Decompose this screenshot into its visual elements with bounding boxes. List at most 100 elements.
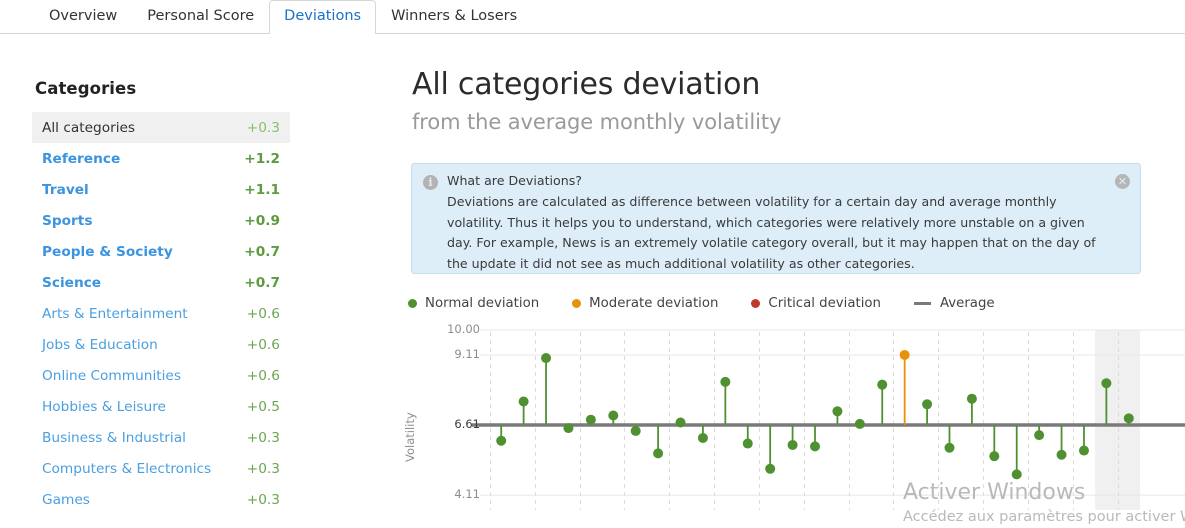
data-point-marker[interactable] [854,418,865,429]
chart-legend: Normal deviation Moderate deviation Critic… [408,296,1028,311]
category-label: Games [42,491,90,508]
tab-personal-score[interactable]: Personal Score [132,0,269,33]
category-row[interactable]: Jobs & Education +0.6 [32,329,290,360]
data-point-marker[interactable] [944,442,955,453]
category-row[interactable]: All categories +0.3 [32,112,290,143]
legend-item[interactable]: Normal deviation [408,296,539,311]
data-point-marker[interactable] [608,410,619,421]
category-label: Arts & Entertainment [42,305,188,322]
data-point-marker[interactable] [966,393,977,404]
data-point-marker[interactable] [989,451,1000,462]
y-axis-tick-label: 9.11 [454,346,480,361]
category-deviation-value: +1.1 [244,181,280,198]
tab-overview[interactable]: Overview [34,0,132,33]
category-deviation-value: +0.3 [246,491,280,508]
category-row[interactable]: Reference +1.2 [32,143,290,174]
tab-deviations[interactable]: Deviations [269,0,377,34]
category-row[interactable]: Travel +1.1 [32,174,290,205]
page-subtitle: from the average monthly volatility [412,110,782,134]
page-title: All categories deviation [412,67,761,102]
data-point-marker[interactable] [720,376,731,387]
category-label: Science [42,274,102,291]
sidebar: Categories All categories +0.3 Reference +1… [0,34,390,510]
main-panel: All categories deviation from the averag… [390,34,1185,525]
data-point-marker[interactable] [541,353,552,364]
tab-bar: Overview Personal Score Deviations Winners … [0,0,1185,34]
data-point-marker[interactable] [653,448,664,459]
data-point-marker[interactable] [922,399,933,410]
category-label: Sports [42,212,93,229]
data-point-marker[interactable] [675,417,686,428]
category-label: All categories [42,119,136,136]
data-point-marker[interactable] [1101,378,1112,389]
category-row[interactable]: Games +0.3 [32,484,290,515]
data-point-marker[interactable] [810,441,820,452]
category-row[interactable]: People & Society +0.7 [32,236,290,267]
data-point-marker[interactable] [1034,430,1045,441]
data-point-marker[interactable] [697,432,708,443]
data-point-marker[interactable] [1056,449,1067,460]
category-deviation-value: +1.2 [244,150,280,167]
category-deviation-value: +0.6 [246,305,280,322]
data-point-marker[interactable] [787,439,798,450]
y-axis-tick-label: 4.11 [454,487,480,502]
data-point-marker[interactable] [765,463,776,474]
legend-dot-icon [572,299,582,308]
category-row[interactable]: Science +0.7 [32,267,290,298]
category-deviation-value: +0.5 [246,398,280,415]
data-point-marker[interactable] [832,406,843,417]
category-deviation-value: +0.9 [244,212,280,229]
data-point-marker[interactable] [877,379,888,390]
legend-label: Moderate deviation [589,296,719,311]
data-point-marker[interactable] [518,396,529,407]
category-row[interactable]: Online Communities +0.6 [32,360,290,391]
tab-winners-losers[interactable]: Winners & Losers [376,0,532,33]
category-label: People & Society [42,243,173,260]
category-row[interactable]: Sports +0.9 [32,205,290,236]
category-row[interactable]: Arts & Entertainment +0.6 [32,298,290,329]
data-point-marker[interactable] [742,438,753,449]
legend-dot-icon [408,299,417,308]
category-deviation-value: +0.7 [244,274,280,291]
chart-plot [472,329,1185,510]
y-axis-tick-label: 10.00 [447,322,480,336]
category-row[interactable]: Computers & Electronics +0.3 [32,453,290,484]
category-deviation-value: +0.7 [244,243,280,260]
category-row[interactable]: Hobbies & Leisure +0.5 [32,391,290,422]
legend-line-icon [913,302,931,305]
legend-label: Critical deviation [768,296,881,311]
data-point-marker[interactable] [1123,413,1134,424]
category-label: Reference [42,150,121,167]
categories-list: All categories +0.3 Reference +1.2 Travel +1.… [32,112,290,515]
data-point-marker[interactable] [630,425,641,436]
y-axis-tick-label: 6.61 [454,417,480,432]
data-point-marker[interactable] [1078,445,1089,456]
category-deviation-value: +0.3 [246,460,280,477]
info-banner-body: Deviations are calculated as difference … [447,194,1096,271]
category-label: Online Communities [42,367,181,384]
y-axis-ticks: 10.00 9.11 6.61 4.11 [410,322,480,510]
categories-heading: Categories [35,79,137,98]
tab-list: Overview Personal Score Deviations Winners … [34,0,532,34]
category-deviation-value: +0.6 [246,367,280,384]
legend-label: Average [939,296,995,311]
data-point-marker[interactable] [496,435,507,446]
info-banner: i ✕ What are Deviations? Deviations are … [411,163,1141,274]
info-banner-heading: What are Deviations? [447,173,582,188]
data-point-marker[interactable] [899,349,910,360]
deviation-chart: 10.00 9.11 6.61 4.11 Volatility Activer Win… [390,322,1185,525]
category-label: Business & Industrial [42,429,186,446]
legend-item[interactable]: Critical deviation [751,296,881,311]
category-label: Travel [42,181,89,198]
data-point-marker[interactable] [585,414,596,425]
legend-item[interactable]: Average [913,296,995,311]
category-row[interactable]: Business & Industrial +0.3 [32,422,290,453]
legend-item[interactable]: Moderate deviation [572,296,718,311]
close-icon[interactable]: ✕ [1115,174,1130,189]
category-deviation-value: +0.3 [246,119,280,136]
data-point-marker[interactable] [1011,469,1022,480]
info-icon: i [423,175,438,190]
category-deviation-value: +0.3 [246,429,280,446]
data-point-marker[interactable] [563,423,574,434]
y-axis-label: Volatility [403,412,417,462]
